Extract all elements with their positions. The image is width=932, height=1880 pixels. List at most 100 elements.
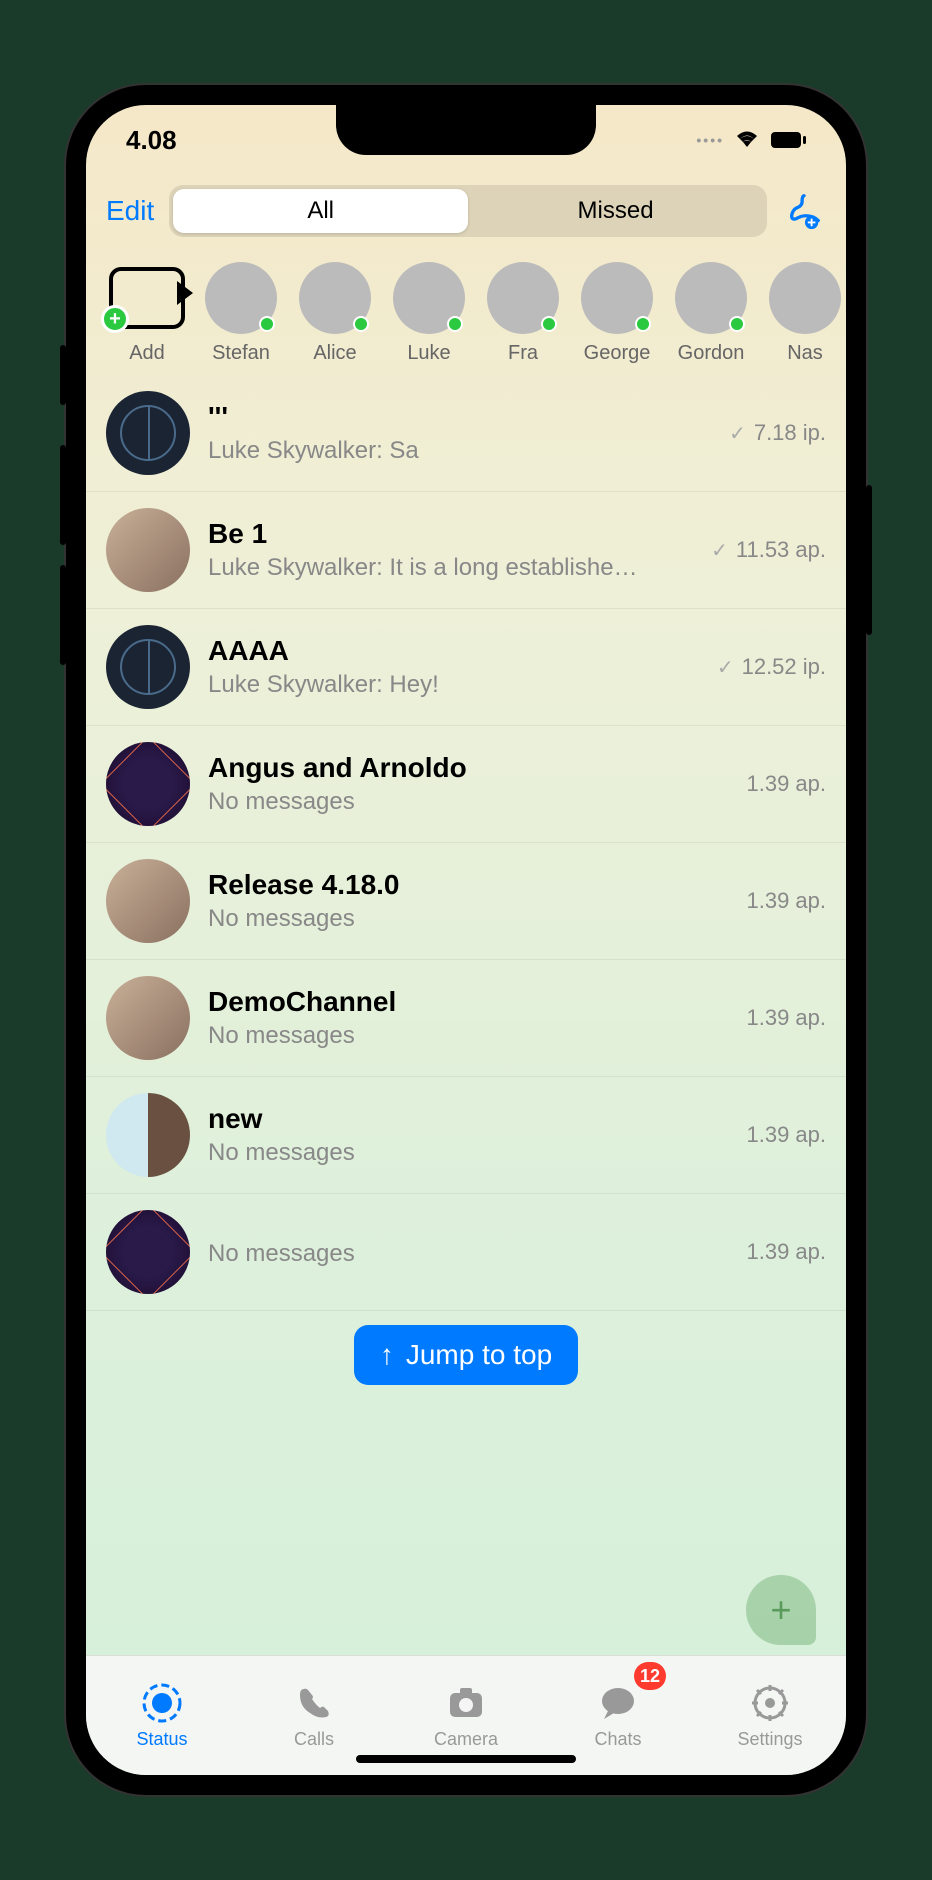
story-add[interactable]: + Add <box>106 262 188 365</box>
chat-body: Be 1 Luke Skywalker: It is a long establ… <box>208 518 693 582</box>
phone-icon <box>292 1681 336 1725</box>
online-indicator <box>635 316 651 332</box>
story-add-label: Add <box>129 342 165 365</box>
chat-row[interactable]: new No messages 1.39 ap. <box>86 1077 846 1194</box>
edit-button[interactable]: Edit <box>106 195 154 227</box>
story-label: Luke <box>407 342 450 365</box>
chat-title: DemoChannel <box>208 986 728 1018</box>
chat-body: Release 4.18.0 No messages <box>208 869 728 933</box>
notch <box>336 105 596 155</box>
tab-label: Camera <box>434 1729 498 1750</box>
check-icon: ✓ <box>711 538 728 563</box>
chat-meta: 1.39 ap. <box>746 771 826 797</box>
segment-missed[interactable]: Missed <box>468 189 763 233</box>
power-button <box>866 485 872 635</box>
chat-meta: 1.39 ap. <box>746 1239 826 1265</box>
chat-preview: No messages <box>208 1240 728 1268</box>
avatar <box>581 262 653 334</box>
online-indicator <box>259 316 275 332</box>
avatar <box>487 262 559 334</box>
header: Edit All Missed <box>86 175 846 247</box>
story-item[interactable]: Gordon <box>670 262 752 365</box>
story-label: Nas <box>787 342 823 365</box>
chat-avatar <box>106 391 190 475</box>
chat-avatar <box>106 1093 190 1177</box>
compose-fab[interactable]: + <box>746 1575 816 1645</box>
chat-meta: 1.39 ap. <box>746 1005 826 1031</box>
phone-frame: 4.08 •••• Edit All Missed <box>66 85 866 1795</box>
chat-avatar <box>106 508 190 592</box>
chat-title: Angus and Arnoldo <box>208 752 728 784</box>
chat-title: ''' <box>208 401 711 433</box>
status-time: 4.08 <box>126 125 177 156</box>
chat-body: Angus and Arnoldo No messages <box>208 752 728 816</box>
chat-preview: Luke Skywalker: It is a long establishe… <box>208 554 693 582</box>
chat-time: 11.53 ap. <box>736 537 826 563</box>
story-label: Fra <box>508 342 538 365</box>
plus-icon: + <box>770 1589 791 1631</box>
segmented-control[interactable]: All Missed <box>169 185 767 237</box>
online-indicator <box>353 316 369 332</box>
chat-row[interactable]: AAAA Luke Skywalker: Hey! ✓ 12.52 ip. <box>86 609 846 726</box>
jump-label: Jump to top <box>406 1339 552 1371</box>
tab-label: Settings <box>737 1729 802 1750</box>
camera-icon <box>444 1681 488 1725</box>
chat-meta: 1.39 ap. <box>746 888 826 914</box>
arrow-up-icon: ↑ <box>380 1339 394 1371</box>
chat-time: 1.39 ap. <box>746 888 826 914</box>
chat-row[interactable]: DemoChannel No messages 1.39 ap. <box>86 960 846 1077</box>
chat-meta: ✓ 7.18 ip. <box>729 420 826 446</box>
tab-status[interactable]: Status <box>86 1656 238 1775</box>
chat-preview: Luke Skywalker: Sa <box>208 437 711 465</box>
jump-to-top-button[interactable]: ↑ Jump to top <box>354 1325 578 1385</box>
tab-label: Calls <box>294 1729 334 1750</box>
chat-row[interactable]: Be 1 Luke Skywalker: It is a long establ… <box>86 492 846 609</box>
new-call-icon[interactable] <box>782 189 826 233</box>
video-camera-icon: + <box>109 267 185 329</box>
chat-preview: No messages <box>208 1139 728 1167</box>
tab-label: Status <box>136 1729 187 1750</box>
tab-settings[interactable]: Settings <box>694 1656 846 1775</box>
chat-time: 1.39 ap. <box>746 1239 826 1265</box>
story-item[interactable]: Alice <box>294 262 376 365</box>
avatar <box>205 262 277 334</box>
stories-row[interactable]: + Add Stefan Alice Luke Fra <box>86 247 846 375</box>
chat-avatar <box>106 859 190 943</box>
chat-avatar <box>106 742 190 826</box>
avatar <box>393 262 465 334</box>
story-item[interactable]: Luke <box>388 262 470 365</box>
chat-row[interactable]: ''' Luke Skywalker: Sa ✓ 7.18 ip. <box>86 375 846 492</box>
avatar <box>675 262 747 334</box>
story-item[interactable]: Fra <box>482 262 564 365</box>
plus-icon: + <box>101 305 129 333</box>
chat-meta: ✓ 12.52 ip. <box>717 654 826 680</box>
chat-list[interactable]: ''' Luke Skywalker: Sa ✓ 7.18 ip. Be 1 L… <box>86 375 846 1655</box>
chat-meta: 1.39 ap. <box>746 1122 826 1148</box>
chat-time: 1.39 ap. <box>746 771 826 797</box>
segment-all[interactable]: All <box>173 189 468 233</box>
chat-preview: Luke Skywalker: Hey! <box>208 671 699 699</box>
chat-body: No messages <box>208 1236 728 1268</box>
online-indicator <box>541 316 557 332</box>
check-icon: ✓ <box>729 421 746 446</box>
story-item[interactable]: Stefan <box>200 262 282 365</box>
chat-title: AAAA <box>208 635 699 667</box>
story-item[interactable]: Nas <box>764 262 846 365</box>
wifi-icon <box>734 125 760 156</box>
chat-row[interactable]: Angus and Arnoldo No messages 1.39 ap. <box>86 726 846 843</box>
volume-up-button <box>60 445 66 545</box>
screen: 4.08 •••• Edit All Missed <box>86 105 846 1775</box>
home-indicator[interactable] <box>356 1755 576 1763</box>
chat-avatar <box>106 625 190 709</box>
chat-icon <box>596 1681 640 1725</box>
story-item[interactable]: George <box>576 262 658 365</box>
check-icon: ✓ <box>717 655 734 680</box>
online-indicator <box>447 316 463 332</box>
gear-icon <box>748 1681 792 1725</box>
story-label: Stefan <box>212 342 270 365</box>
chat-row[interactable]: Release 4.18.0 No messages 1.39 ap. <box>86 843 846 960</box>
chat-row[interactable]: No messages 1.39 ap. <box>86 1194 846 1311</box>
chat-time: 1.39 ap. <box>746 1122 826 1148</box>
chat-meta: ✓ 11.53 ap. <box>711 537 826 563</box>
volume-down-button <box>60 565 66 665</box>
